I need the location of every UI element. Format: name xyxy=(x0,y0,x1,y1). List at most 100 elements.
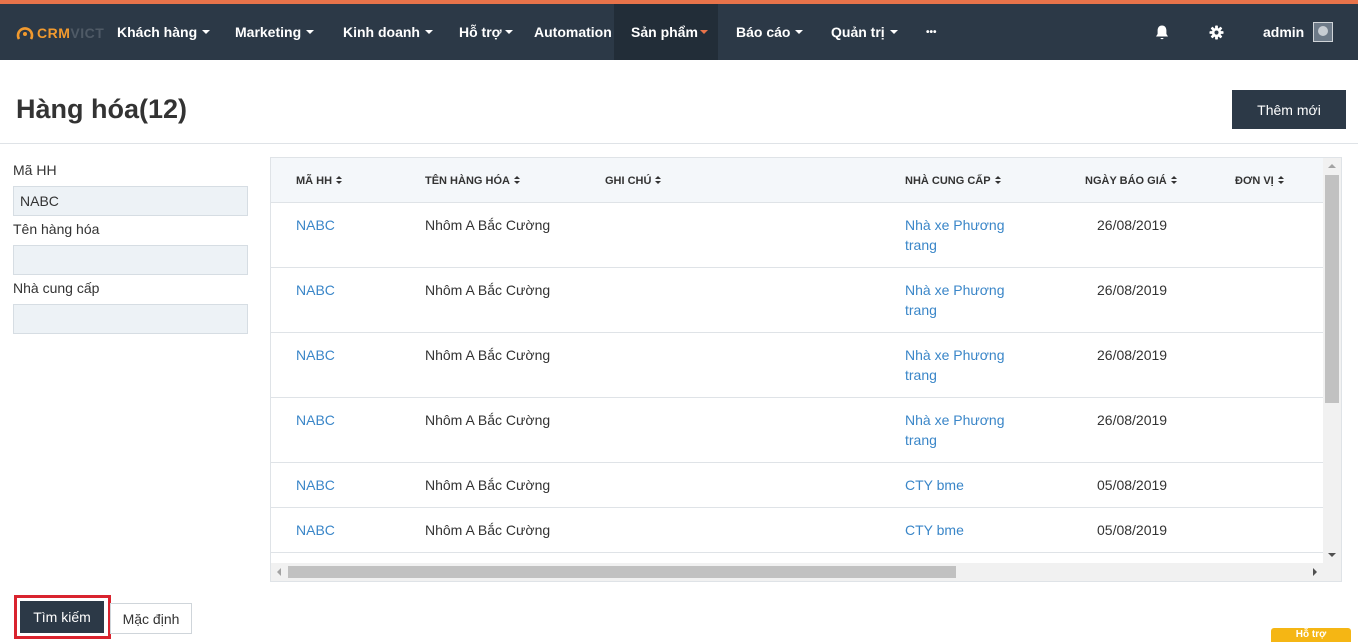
header-divider xyxy=(0,143,1358,144)
product-name: Nhôm A Bắc Cường xyxy=(425,282,551,298)
vertical-scrollbar[interactable] xyxy=(1323,158,1341,563)
caret-down-icon xyxy=(699,30,708,34)
supplier-input[interactable] xyxy=(13,304,248,334)
reset-default-button[interactable]: Mặc định xyxy=(110,603,192,634)
caret-down-icon xyxy=(889,30,898,34)
product-code-link[interactable]: NABC xyxy=(296,475,335,495)
quote-date: 26/08/2019 xyxy=(1097,412,1168,428)
gear-icon xyxy=(1209,24,1224,40)
add-new-button[interactable]: Thêm mới xyxy=(1232,90,1346,129)
quote-date: 26/08/2019 xyxy=(1097,282,1168,298)
supplier-label: Nhà cung cấp xyxy=(13,280,100,296)
supplier-link[interactable]: CTY bme xyxy=(905,520,1030,540)
product-code-link[interactable]: NABC xyxy=(296,280,335,300)
more-icon: ••• xyxy=(926,26,937,38)
quote-date: 26/08/2019 xyxy=(1097,217,1168,233)
user-menu[interactable]: admin xyxy=(1263,4,1334,60)
notifications-button[interactable] xyxy=(1154,4,1170,60)
quote-date: 26/08/2019 xyxy=(1097,347,1168,363)
table-row[interactable]: NABC Nhôm A Bắc Cường CTY bme 05/08/2019 xyxy=(271,463,1323,508)
supplier-link[interactable]: Nhà xe Phương trang xyxy=(905,280,1030,320)
logo-icon xyxy=(16,27,34,40)
table-row[interactable]: NABC Nhôm A Bắc Cường Nhà xe Phương tran… xyxy=(271,268,1323,333)
product-code-link[interactable]: NABC xyxy=(296,345,335,365)
scroll-up-icon[interactable] xyxy=(1328,164,1336,168)
top-navbar: CRMVICT Khách hàng Marketing Kinh doanh … xyxy=(0,4,1358,60)
page-title: Hàng hóa(12) xyxy=(16,94,188,124)
caret-down-icon xyxy=(795,30,804,34)
column-title: MÃ HH xyxy=(296,174,333,187)
column-header-supplier[interactable]: NHÀ CUNG CẤP xyxy=(905,158,1001,203)
table-header: MÃ HH TÊN HÀNG HÓA GHI CHÚ NHÀ CUNG CẤP … xyxy=(271,158,1323,203)
column-header-unit[interactable]: ĐƠN VỊ xyxy=(1235,158,1284,203)
products-table: MÃ HH TÊN HÀNG HÓA GHI CHÚ NHÀ CUNG CẤP … xyxy=(270,157,1342,582)
product-name: Nhôm A Bắc Cường xyxy=(425,217,551,233)
column-header-name[interactable]: TÊN HÀNG HÓA xyxy=(425,158,520,203)
product-name: Nhôm A Bắc Cường xyxy=(425,477,551,493)
nav-label: Khách hàng xyxy=(117,24,198,40)
nav-label: Quản trị xyxy=(831,24,885,40)
table-row[interactable]: NABC Nhôm A Bắc Cường Nhà xe Phương tran… xyxy=(271,333,1323,398)
nav-khach-hang[interactable]: Khách hàng xyxy=(117,4,211,60)
name-label: Tên hàng hóa xyxy=(13,221,100,237)
column-title: TÊN HÀNG HÓA xyxy=(425,174,510,187)
product-code-link[interactable]: NABC xyxy=(296,520,335,540)
table-body: NABC Nhôm A Bắc Cường Nhà xe Phương tran… xyxy=(271,203,1323,553)
avatar xyxy=(1313,22,1334,42)
column-title: GHI CHÚ xyxy=(605,174,652,187)
nav-marketing[interactable]: Marketing xyxy=(235,4,315,60)
crm-logo[interactable]: CRMVICT xyxy=(16,23,104,43)
horizontal-scrollbar[interactable] xyxy=(271,563,1341,581)
logo-text: CRMVICT xyxy=(37,25,105,41)
nav-label: Hỗ trợ xyxy=(459,24,502,40)
name-input[interactable] xyxy=(13,245,248,275)
code-input[interactable] xyxy=(13,186,248,216)
supplier-link[interactable]: Nhà xe Phương trang xyxy=(905,215,1030,255)
help-tab[interactable]: Hỗ trợ xyxy=(1271,628,1351,642)
product-code-link[interactable]: NABC xyxy=(296,215,335,235)
scroll-left-icon[interactable] xyxy=(277,568,281,576)
settings-button[interactable] xyxy=(1209,4,1224,60)
column-header-quote-date[interactable]: NGÀY BÁO GIÁ xyxy=(1085,158,1177,203)
product-name: Nhôm A Bắc Cường xyxy=(425,347,551,363)
search-button[interactable]: Tìm kiếm xyxy=(20,601,104,633)
product-code-link[interactable]: NABC xyxy=(296,410,335,430)
product-name: Nhôm A Bắc Cường xyxy=(425,522,551,538)
supplier-link[interactable]: CTY bme xyxy=(905,475,1030,495)
column-title: NGÀY BÁO GIÁ xyxy=(1085,174,1167,187)
nav-san-pham[interactable]: Sản phẩm xyxy=(614,4,718,60)
nav-kinh-doanh[interactable]: Kinh doanh xyxy=(343,4,433,60)
caret-down-icon xyxy=(425,30,433,34)
table-row[interactable]: NABC Nhôm A Bắc Cường Nhà xe Phương tran… xyxy=(271,203,1323,268)
column-header-note[interactable]: GHI CHÚ xyxy=(605,158,662,203)
quote-date: 05/08/2019 xyxy=(1097,477,1168,493)
nav-bao-cao[interactable]: Báo cáo xyxy=(736,4,804,60)
nav-more[interactable]: ••• xyxy=(926,4,937,60)
caret-down-icon xyxy=(306,30,315,34)
vertical-scroll-thumb[interactable] xyxy=(1325,175,1339,403)
bell-icon xyxy=(1156,25,1168,39)
nav-label: Kinh doanh xyxy=(343,24,420,40)
sort-icon xyxy=(1170,176,1177,185)
scroll-down-icon[interactable] xyxy=(1328,553,1336,557)
table-row[interactable]: NABC Nhôm A Bắc Cường CTY bme 05/08/2019 xyxy=(271,508,1323,553)
column-title: NHÀ CUNG CẤP xyxy=(905,174,991,187)
column-title: ĐƠN VỊ xyxy=(1235,174,1274,187)
nav-quan-tri[interactable]: Quản trị xyxy=(831,4,898,60)
table-row[interactable]: NABC Nhôm A Bắc Cường Nhà xe Phương tran… xyxy=(271,398,1323,463)
nav-ho-tro[interactable]: Hỗ trợ xyxy=(459,4,513,60)
nav-label: Sản phẩm xyxy=(631,24,698,40)
column-header-code[interactable]: MÃ HH xyxy=(296,158,343,203)
sort-icon xyxy=(1277,176,1284,185)
scroll-right-icon[interactable] xyxy=(1313,568,1317,576)
nav-label: Marketing xyxy=(235,24,302,40)
supplier-link[interactable]: Nhà xe Phương trang xyxy=(905,345,1030,385)
nav-automation[interactable]: Automation xyxy=(534,4,612,60)
horizontal-scroll-thumb[interactable] xyxy=(288,566,956,578)
sort-icon xyxy=(994,176,1001,185)
sort-icon xyxy=(513,176,520,185)
supplier-link[interactable]: Nhà xe Phương trang xyxy=(905,410,1030,450)
caret-down-icon xyxy=(202,30,211,34)
caret-down-icon xyxy=(504,30,513,34)
code-label: Mã HH xyxy=(13,162,57,178)
